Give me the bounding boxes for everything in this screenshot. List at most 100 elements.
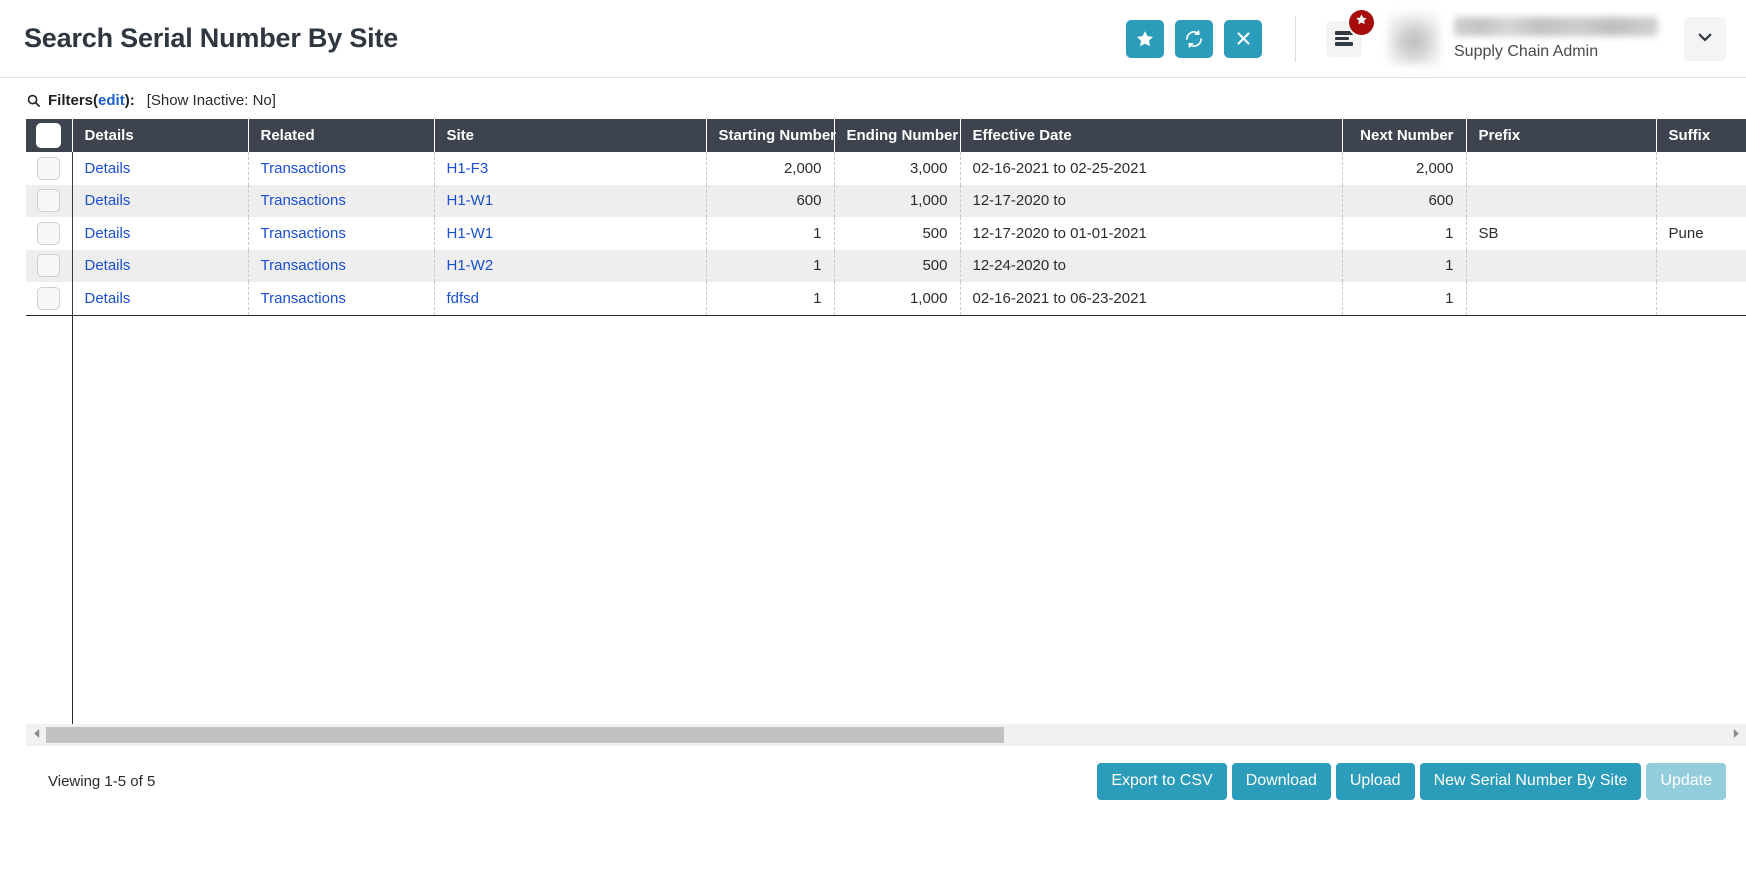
cell-next-number: 600: [1342, 185, 1466, 218]
row-select-cell: [26, 185, 72, 218]
horizontal-scrollbar[interactable]: [26, 724, 1746, 746]
new-serial-number-by-site-button[interactable]: New Serial Number By Site: [1420, 763, 1642, 800]
table-header-row: Details Related Site Starting Number End…: [26, 119, 1746, 152]
details-link[interactable]: Details: [85, 290, 131, 307]
cell-suffix: [1656, 152, 1746, 185]
table-row: Details Transactions H1-F3 2,000 3,000 0…: [26, 152, 1746, 185]
cell-starting-number: 2,000: [706, 152, 834, 185]
cell-ending-number: 500: [834, 217, 960, 250]
star-icon: [1355, 13, 1368, 31]
refresh-button[interactable]: [1175, 20, 1213, 58]
column-header-details[interactable]: Details: [72, 119, 248, 152]
cell-starting-number: 1: [706, 250, 834, 283]
star-icon: [1135, 29, 1155, 49]
details-link[interactable]: Details: [85, 225, 131, 242]
cell-effective-date: 12-17-2020 to 01-01-2021: [960, 217, 1342, 250]
row-checkbox[interactable]: [37, 287, 60, 310]
page-title: Search Serial Number By Site: [24, 23, 398, 54]
cell-next-number: 1: [1342, 250, 1466, 283]
scroll-left-arrow[interactable]: [26, 724, 46, 746]
close-button[interactable]: [1224, 20, 1262, 58]
site-link[interactable]: H1-F3: [447, 160, 489, 177]
row-checkbox[interactable]: [37, 157, 60, 180]
row-select-cell: [26, 282, 72, 315]
filters-colon: :: [130, 92, 135, 109]
table-row: Details Transactions H1-W2 1 500 12-24-2…: [26, 250, 1746, 283]
cell-prefix: [1466, 250, 1656, 283]
header-divider: [1295, 16, 1296, 62]
user-name: [1454, 17, 1658, 36]
menu-badge: [1349, 10, 1374, 35]
table-body: Details Transactions H1-F3 2,000 3,000 0…: [26, 152, 1746, 315]
details-link[interactable]: Details: [85, 192, 131, 209]
transactions-link[interactable]: Transactions: [261, 192, 346, 209]
site-link[interactable]: fdfsd: [447, 290, 480, 307]
arrow-right-icon: [1732, 726, 1741, 744]
column-header-site[interactable]: Site: [434, 119, 706, 152]
details-link[interactable]: Details: [85, 257, 131, 274]
cell-ending-number: 1,000: [834, 185, 960, 218]
scroll-right-arrow[interactable]: [1726, 724, 1746, 746]
favorite-button[interactable]: [1126, 20, 1164, 58]
select-all-checkbox[interactable]: [36, 123, 61, 148]
cell-suffix: [1656, 185, 1746, 218]
serial-number-table: Details Related Site Starting Number End…: [26, 119, 1746, 315]
data-grid-scroll: Details Related Site Starting Number End…: [26, 119, 1746, 724]
column-header-next-number[interactable]: Next Number: [1342, 119, 1466, 152]
cell-prefix: [1466, 282, 1656, 315]
site-link[interactable]: H1-W2: [447, 257, 494, 274]
cell-related: Transactions: [248, 282, 434, 315]
cell-related: Transactions: [248, 250, 434, 283]
upload-button[interactable]: Upload: [1336, 763, 1415, 800]
footer-button-group: Export to CSV Download Upload New Serial…: [1097, 763, 1726, 800]
filters-label: Filters: [48, 92, 93, 109]
filters-edit-link[interactable]: edit: [98, 92, 125, 109]
cell-related: Transactions: [248, 217, 434, 250]
column-header-starting-number[interactable]: Starting Number: [706, 119, 834, 152]
table-row: Details Transactions H1-W1 600 1,000 12-…: [26, 185, 1746, 218]
cell-related: Transactions: [248, 152, 434, 185]
cell-effective-date: 12-24-2020 to: [960, 250, 1342, 283]
row-checkbox[interactable]: [37, 222, 60, 245]
site-link[interactable]: H1-W1: [447, 225, 494, 242]
cell-details: Details: [72, 282, 248, 315]
row-checkbox[interactable]: [37, 254, 60, 277]
column-header-related[interactable]: Related: [248, 119, 434, 152]
cell-site: fdfsd: [434, 282, 706, 315]
row-select-cell: [26, 152, 72, 185]
cell-site: H1-W1: [434, 217, 706, 250]
column-header-effective-date[interactable]: Effective Date: [960, 119, 1342, 152]
column-header-ending-number[interactable]: Ending Number: [834, 119, 960, 152]
details-link[interactable]: Details: [85, 160, 131, 177]
cell-next-number: 2,000: [1342, 152, 1466, 185]
arrow-left-icon: [32, 726, 41, 744]
transactions-link[interactable]: Transactions: [261, 160, 346, 177]
scrollbar-thumb[interactable]: [46, 727, 1004, 743]
row-select-cell: [26, 250, 72, 283]
footer-bar: Viewing 1-5 of 5 Export to CSV Download …: [48, 746, 1726, 800]
transactions-link[interactable]: Transactions: [261, 290, 346, 307]
transactions-link[interactable]: Transactions: [261, 257, 346, 274]
table-header: Details Related Site Starting Number End…: [26, 119, 1746, 152]
cell-starting-number: 1: [706, 217, 834, 250]
transactions-link[interactable]: Transactions: [261, 225, 346, 242]
download-button[interactable]: Download: [1232, 763, 1331, 800]
scrollbar-track[interactable]: [46, 724, 1726, 746]
update-button[interactable]: Update: [1646, 763, 1726, 800]
close-icon: [1235, 30, 1252, 47]
user-profile[interactable]: Supply Chain Admin: [1388, 0, 1726, 77]
cell-prefix: SB: [1466, 217, 1656, 250]
menu-button-wrapper: [1326, 21, 1362, 57]
cell-details: Details: [72, 185, 248, 218]
cell-site: H1-W1: [434, 185, 706, 218]
site-link[interactable]: H1-W1: [447, 192, 494, 209]
row-select-cell: [26, 217, 72, 250]
column-header-suffix[interactable]: Suffix: [1656, 119, 1746, 152]
user-menu-toggle[interactable]: [1684, 17, 1726, 61]
export-to-csv-button[interactable]: Export to CSV: [1097, 763, 1226, 800]
column-header-prefix[interactable]: Prefix: [1466, 119, 1656, 152]
header-icon-button-group: [1126, 20, 1262, 58]
cell-effective-date: 02-16-2021 to 06-23-2021: [960, 282, 1342, 315]
row-checkbox[interactable]: [37, 189, 60, 212]
cell-starting-number: 600: [706, 185, 834, 218]
